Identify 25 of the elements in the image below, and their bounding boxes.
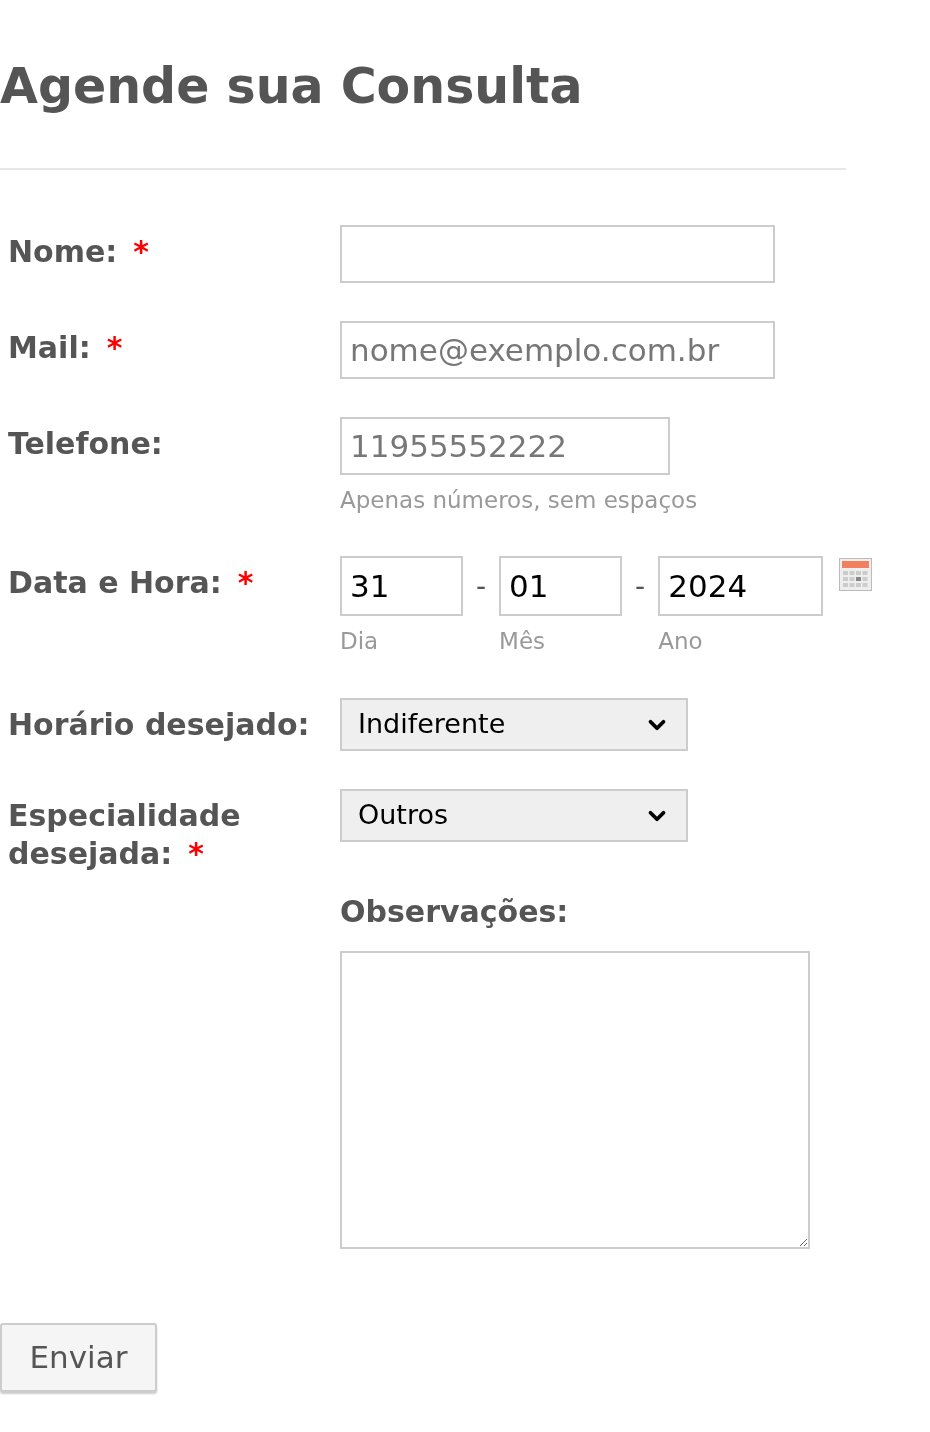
field-label: Mail: *	[8, 330, 123, 365]
field-label: Observações:	[340, 893, 570, 931]
date-field[interactable]: 2024	[658, 555, 824, 616]
field-label: Telefone:	[8, 426, 163, 461]
field-label: Nome: *	[8, 234, 150, 269]
notes-textarea[interactable]	[340, 951, 810, 1249]
text-field[interactable]: 11955552222	[340, 417, 670, 475]
date-field[interactable]: 01	[499, 555, 623, 616]
date-separator: -	[476, 568, 487, 605]
date-caption: Dia	[340, 626, 379, 656]
field-label: Data e Hora: *	[8, 564, 254, 600]
select-dropdown[interactable]: Outros	[340, 789, 688, 842]
date-separator: -	[635, 568, 646, 605]
date-field[interactable]: 31	[340, 555, 463, 616]
text-field[interactable]	[340, 225, 775, 283]
calendar-icon[interactable]	[839, 557, 873, 591]
field-label: Horário desejado:	[8, 707, 310, 742]
field-label: Especialidade desejada: *	[8, 798, 241, 871]
page-title: Agende sua Consulta	[0, 57, 584, 117]
submit-button[interactable]: Enviar	[0, 1323, 157, 1392]
select-dropdown[interactable]: Indiferente	[340, 698, 688, 751]
date-caption: Mês	[499, 626, 546, 656]
date-caption: Ano	[658, 626, 703, 656]
field-hint: Apenas números, sem espaços	[340, 486, 698, 515]
text-field[interactable]: nome@exemplo.com.br	[340, 321, 775, 379]
